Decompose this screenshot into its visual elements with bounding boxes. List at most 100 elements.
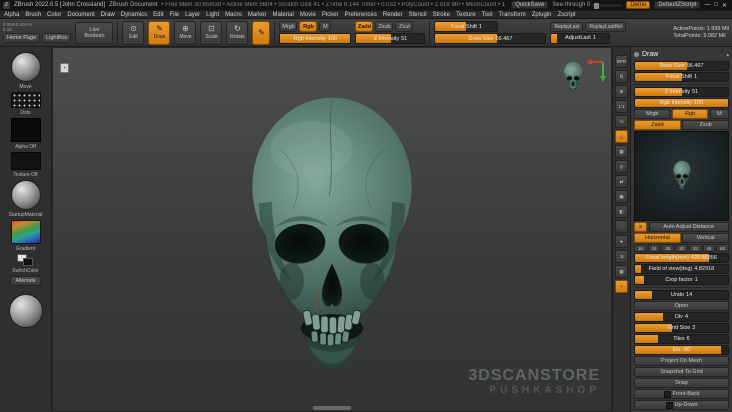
open-button[interactable]: Open — [634, 301, 729, 311]
mrgb-button[interactable]: Mrgb — [279, 21, 298, 32]
panel-zadd-button[interactable]: Zadd — [634, 120, 681, 130]
texture-thumbnail[interactable] — [10, 152, 41, 170]
camera-preview[interactable] — [634, 131, 729, 221]
project-on-mesh-button[interactable]: Project On Mesh — [634, 356, 729, 366]
shelf-icon-scroll-document[interactable]: ⇅ — [615, 70, 628, 83]
panel-rgb-button[interactable]: Rgb — [671, 109, 709, 119]
z-intensity-slider[interactable]: Z Intensity 51 — [355, 33, 426, 44]
menu-item[interactable]: File — [169, 12, 179, 18]
menu-item[interactable]: Stroke — [433, 12, 450, 18]
shelf-icon-local-transform[interactable]: ◎ — [615, 160, 628, 173]
current-brush-thumbnail[interactable] — [10, 52, 41, 82]
zcut-button[interactable]: Zcut — [395, 21, 414, 32]
canvas-doc-icon[interactable]: ▪ — [60, 63, 69, 73]
panel-draw-size-slider[interactable]: Draw Size 56.467 — [634, 61, 729, 71]
focal-length-slider[interactable]: Focal length(mm) 426.86856 — [634, 253, 729, 263]
div-slider[interactable]: Div 4 — [634, 312, 729, 322]
shelf-icon-persp[interactable]: △ — [615, 130, 628, 143]
grid-size-slider[interactable]: Grid Size 3 — [634, 323, 729, 333]
draw-size-slider[interactable]: Draw Size 56.467 — [434, 33, 547, 44]
material-thumbnail[interactable] — [10, 180, 41, 210]
m-button[interactable]: M — [319, 21, 332, 32]
lightbox-button[interactable]: LightBox — [42, 33, 72, 43]
draw-panel-header[interactable]: Draw ▴ — [634, 49, 729, 60]
menu-item[interactable]: Preferences — [345, 12, 377, 18]
front-back-button[interactable]: Front-Back — [634, 389, 729, 399]
menu-item[interactable]: Stencil — [409, 12, 427, 18]
live-boolean-button[interactable]: Live Boolean — [75, 21, 114, 44]
menu-item[interactable]: Marker — [248, 12, 267, 18]
stored-view-button[interactable]: ≡ — [634, 222, 647, 232]
canvas-horizontal-scrollbar[interactable] — [313, 406, 351, 410]
focal-preset[interactable]: 24 — [647, 244, 661, 252]
focal-preset[interactable]: 45 — [702, 244, 716, 252]
rgb-intensity-slider[interactable]: Rgb Intensity 100 — [279, 33, 352, 44]
menu-item[interactable]: Document — [67, 12, 94, 18]
panel-z-intensity-slider[interactable]: Z Intensity 51 — [634, 87, 729, 97]
menu-item[interactable]: Movie — [300, 12, 316, 18]
default-zscript-button[interactable]: DefaultZScript — [654, 1, 701, 9]
scale-mode-button[interactable]: ⊡ Scale — [200, 20, 223, 45]
horizontal-button[interactable]: Horizontal — [634, 233, 681, 243]
shelf-icon-ghost[interactable]: ◌ — [615, 220, 628, 233]
menu-item[interactable]: Texture — [456, 12, 476, 18]
shelf-icon-bpr[interactable]: BPR — [615, 55, 628, 68]
panel-focal-shift-slider[interactable]: Focal Shift 1 — [634, 72, 729, 82]
snap-button[interactable]: Snap — [634, 378, 729, 388]
alpha-thumbnail[interactable] — [10, 118, 41, 142]
zadd-button[interactable]: Zadd — [355, 21, 374, 32]
shelf-icon-solo[interactable]: ● — [615, 235, 628, 248]
menu-item[interactable]: Zplugin — [532, 12, 552, 18]
menu-item[interactable]: Macro — [225, 12, 242, 18]
replay-last-rel-button[interactable]: ReplayLastRel — [585, 21, 626, 32]
see-through-slider[interactable] — [592, 2, 623, 9]
shelf-icon-polyframe[interactable]: ▩ — [615, 265, 628, 278]
shelf-icon-aa-half[interactable]: ½ — [615, 115, 628, 128]
field-of-view-slider[interactable]: Field of view(deg) 4.82918 — [634, 264, 729, 274]
see-through-handle[interactable] — [594, 2, 600, 9]
vertical-button[interactable]: Vertical — [682, 233, 729, 243]
menu-item[interactable]: Light — [206, 12, 219, 18]
focal-preset[interactable]: 30 — [675, 244, 688, 252]
focal-preset[interactable]: 28 — [661, 244, 675, 252]
panel-rgb-intensity-slider[interactable]: Rgb Intensity 100 — [634, 98, 729, 108]
maximize-button[interactable]: □ — [714, 2, 718, 9]
tool-thumbnail[interactable] — [8, 294, 43, 328]
zsub-button[interactable]: Zsub — [375, 21, 394, 32]
focal-preset[interactable]: 60 — [716, 244, 730, 252]
menu-item[interactable]: Color — [47, 12, 61, 18]
close-button[interactable]: ✕ — [722, 2, 727, 9]
shelf-icon-lsym[interactable]: ⇄ — [615, 175, 628, 188]
minimize-button[interactable]: — — [704, 2, 710, 9]
panel-zsub-button[interactable]: Zsub — [682, 120, 729, 130]
menu-item[interactable]: Material — [273, 12, 294, 18]
shelf-icon-zoom-document[interactable]: ⊕ — [615, 85, 628, 98]
crop-factor-slider[interactable]: Crop factor 1 — [634, 275, 729, 285]
demo-button[interactable]: Demo — [626, 1, 651, 9]
menu-item[interactable]: Dynamics — [121, 12, 147, 18]
shelf-icon-floor[interactable]: ▦ — [615, 145, 628, 158]
rgb-button[interactable]: Rgb — [299, 21, 318, 32]
auto-adjust-distance-button[interactable]: Auto Adjust Distance — [648, 222, 729, 232]
shelf-icon-gizmo[interactable]: + — [615, 280, 628, 293]
quicksave-button[interactable]: QuickSave — [511, 1, 549, 9]
menu-item[interactable]: Zscript — [557, 12, 575, 18]
focal-shift-slider[interactable]: Focal Shift 1 — [434, 21, 499, 32]
snapshot-to-grid-button[interactable]: Snapshot To Grid — [634, 367, 729, 377]
menu-item[interactable]: Picker — [322, 12, 339, 18]
menu-item[interactable]: Draw — [101, 12, 115, 18]
tiles-slider[interactable]: Tiles 6 — [634, 334, 729, 344]
menu-item[interactable]: Alpha — [4, 12, 19, 18]
menu-item[interactable]: Brush — [25, 12, 41, 18]
color-picker[interactable] — [10, 220, 41, 244]
edit-button[interactable]: ⊙ Edit — [122, 20, 145, 45]
home-page-button[interactable]: Home Page — [3, 33, 41, 43]
rotate-mode-button[interactable]: ↻ Rotate — [226, 20, 249, 45]
adjust-last-slider[interactable]: AdjustLast 1 — [550, 32, 611, 44]
menu-item[interactable]: Render — [383, 12, 403, 18]
menu-item[interactable]: Layer — [185, 12, 200, 18]
menu-item[interactable]: Tool — [482, 12, 493, 18]
document-canvas[interactable]: ▪ 3DSCANSTORE PUSHKASHOP — [52, 47, 612, 412]
menu-item[interactable]: Transform — [499, 12, 526, 18]
focal-preset[interactable]: 32 — [688, 244, 702, 252]
